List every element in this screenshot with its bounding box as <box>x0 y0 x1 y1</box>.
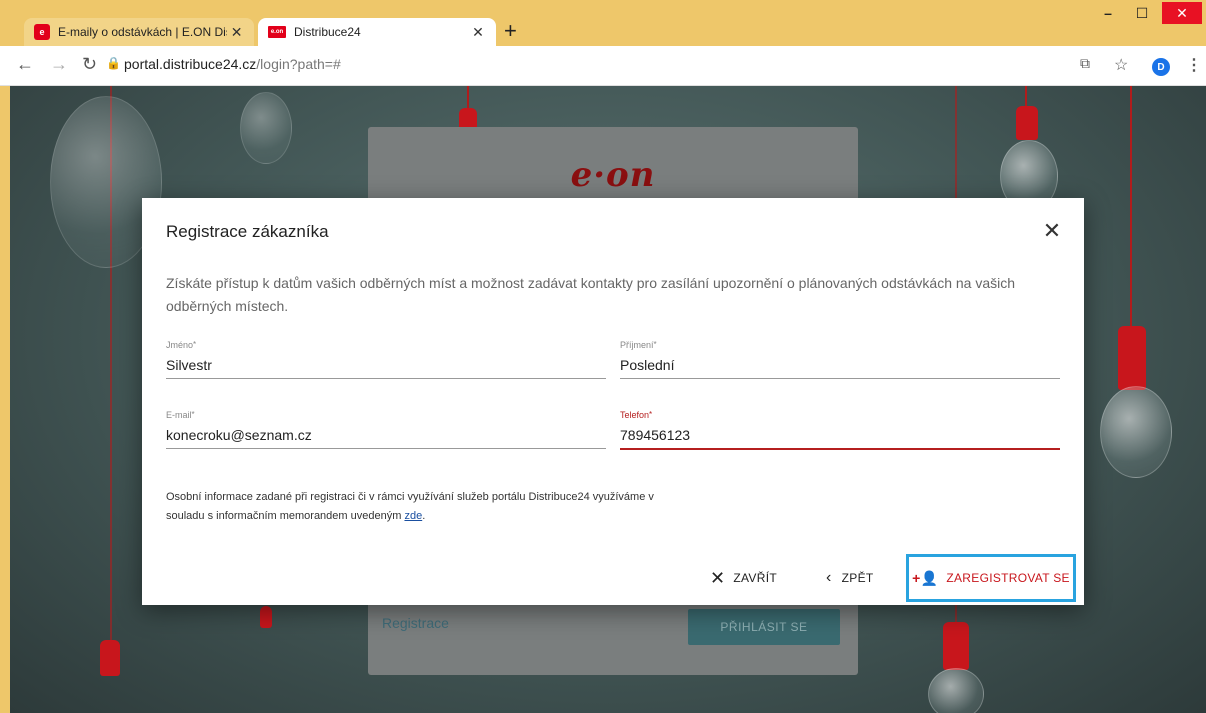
register-button[interactable]: +👤 ZAREGISTROVAT SE <box>906 554 1076 602</box>
last-name-input[interactable]: Poslední <box>620 354 1060 379</box>
register-label: ZAREGISTROVAT SE <box>946 571 1070 585</box>
close-icon[interactable]: ✕ <box>1040 218 1064 244</box>
privacy-text: . <box>422 510 426 522</box>
registration-dialog: Registrace zákazníka ✕ Získáte přístup k… <box>142 198 1084 605</box>
window-frame-edge <box>0 86 10 713</box>
tab-close-icon[interactable]: ✕ <box>468 24 488 41</box>
back-button[interactable]: ‹ ZPĚT <box>826 566 874 590</box>
reload-icon[interactable]: ↻ <box>82 54 97 75</box>
eon-favicon-icon: e.on <box>268 26 286 38</box>
phone-input[interactable]: 789456123 <box>620 424 1060 450</box>
decor-bulb-glass <box>1100 386 1172 478</box>
window-maximize-button[interactable]: ☐ <box>1126 2 1158 24</box>
window-minimize-button[interactable]: – <box>1092 2 1124 24</box>
browser-toolbar: ← → ↻ 🔒 portal.distribuce24.cz/login?pat… <box>0 46 1206 86</box>
dialog-description: Získáte přístup k datům vašich odběrných… <box>166 275 1016 314</box>
eon-favicon-icon: e <box>34 24 50 40</box>
browser-tab-emaily[interactable]: e E-maily o odstávkách | E.ON Disti ✕ <box>24 18 254 46</box>
decor-bulb-cap <box>943 622 969 670</box>
first-name-input[interactable]: Silvestr <box>166 354 606 379</box>
login-button[interactable]: PŘIHLÁSIT SE <box>688 609 840 645</box>
phone-field[interactable]: Telefon* 789456123 <box>620 410 1060 450</box>
window-close-button[interactable]: ✕ <box>1162 2 1202 24</box>
menu-kebab-icon[interactable]: ⋮ <box>1186 55 1202 75</box>
decor-bulb-cap <box>260 606 272 628</box>
url-path: /login?path=# <box>256 56 341 72</box>
tab-title: E-maily o odstávkách | E.ON Disti <box>58 25 228 39</box>
privacy-text: Osobní informace zadané při registraci č… <box>166 491 654 503</box>
profile-avatar[interactable]: D <box>1152 58 1170 76</box>
decor-cord <box>1130 86 1132 336</box>
eon-logo: e·on <box>570 155 656 195</box>
privacy-notice: Osobní informace zadané při registraci č… <box>166 488 766 526</box>
field-label: Jméno* <box>166 340 197 350</box>
lock-icon[interactable]: 🔒 <box>106 56 121 70</box>
field-label: Příjmení* <box>620 340 657 350</box>
decor-bulb-cap <box>100 640 120 676</box>
chevron-left-icon: ‹ <box>826 569 832 586</box>
privacy-link[interactable]: zde <box>404 510 422 522</box>
tab-close-icon[interactable]: ✕ <box>227 24 246 41</box>
address-bar[interactable]: portal.distribuce24.cz/login?path=# <box>124 56 341 72</box>
decor-bulb-cap <box>1118 326 1146 390</box>
field-label: E-mail* <box>166 410 195 420</box>
last-name-field[interactable]: Příjmení* Poslední <box>620 340 1060 379</box>
translate-icon[interactable]: ⧉ <box>1080 55 1090 72</box>
decor-bulb-cap <box>1016 106 1038 140</box>
register-link[interactable]: Registrace <box>382 615 449 631</box>
privacy-text: souladu s informačním memorandem uvedený… <box>166 510 405 522</box>
first-name-field[interactable]: Jméno* Silvestr <box>166 340 606 379</box>
field-label: Telefon* <box>620 410 653 420</box>
close-label: ZAVŘÍT <box>733 571 777 585</box>
back-label: ZPĚT <box>841 571 874 585</box>
bookmark-star-icon[interactable]: ☆ <box>1114 55 1128 75</box>
email-input[interactable]: konecroku@seznam.cz <box>166 424 606 449</box>
dialog-title: Registrace zákazníka <box>166 222 329 241</box>
new-tab-button[interactable]: + <box>504 20 517 42</box>
browser-tab-distribuce24[interactable]: e.on Distribuce24 ✕ <box>258 18 496 46</box>
close-icon: ✕ <box>710 568 726 588</box>
url-host: portal.distribuce24.cz <box>124 56 257 72</box>
decor-bulb-glass <box>240 92 292 164</box>
back-arrow-icon[interactable]: ← <box>16 54 34 75</box>
close-button[interactable]: ✕ ZAVŘÍT <box>710 566 777 590</box>
browser-titlebar: e E-maily o odstávkách | E.ON Disti ✕ e.… <box>0 0 1206 46</box>
add-user-icon: +👤 <box>912 570 939 586</box>
forward-arrow-icon[interactable]: → <box>50 54 68 75</box>
decor-bulb-glass <box>928 668 984 713</box>
email-field[interactable]: E-mail* konecroku@seznam.cz <box>166 410 606 449</box>
tab-title: Distribuce24 <box>294 25 361 39</box>
